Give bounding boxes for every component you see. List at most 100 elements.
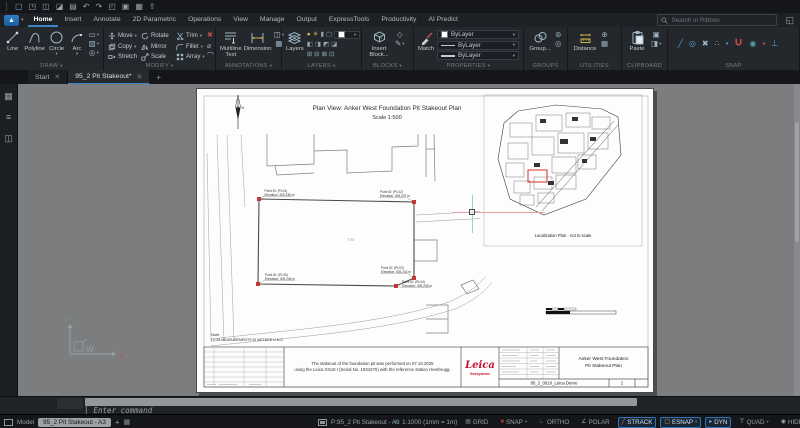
trim-button[interactable]: Trim▾: [176, 31, 204, 42]
new-drawing-icon[interactable]: ▢: [15, 3, 23, 11]
menu-tab-operations[interactable]: Operations: [182, 13, 227, 27]
close-tab-icon[interactable]: ✕: [54, 73, 60, 81]
copy-clip-icon[interactable]: ▣: [653, 31, 660, 38]
snap-sphere-icon[interactable]: ◉: [749, 40, 756, 48]
rotate-button[interactable]: Rotate: [141, 31, 173, 42]
layer-previous-icon[interactable]: ⊟: [314, 51, 319, 58]
drawing-canvas[interactable]: N Plan View: Anker West Foundation Pit S…: [18, 84, 800, 396]
snap-node-icon[interactable]: ∴: [715, 40, 720, 48]
layer-isolate-icon[interactable]: ◧: [307, 41, 313, 48]
close-tab-icon[interactable]: ✕: [137, 73, 143, 81]
menu-tab-productivity[interactable]: Productivity: [375, 13, 422, 27]
dimension-button[interactable]: Dimension: [245, 30, 271, 52]
layer-off-icon[interactable]: ◩: [323, 41, 329, 48]
color-dropdown[interactable]: ByLayer▾: [437, 30, 519, 39]
doc-tab-start[interactable]: Start ✕: [28, 70, 68, 84]
command-panel-grip[interactable]: [57, 398, 83, 409]
publish-icon[interactable]: ⇪: [149, 3, 156, 11]
toggle-hide-entities[interactable]: ◉HIDE ENTITIES: [777, 417, 800, 428]
copy-button[interactable]: Copy▾: [108, 42, 138, 53]
app-menu-caret-icon[interactable]: ▾: [21, 17, 24, 23]
snap-point-icon[interactable]: •: [726, 40, 729, 48]
menu-tab-view[interactable]: View: [227, 13, 254, 27]
settings-sliders-icon[interactable]: ≡: [6, 113, 11, 122]
toggle-polar[interactable]: ∠POLAR: [577, 417, 613, 428]
menu-tab-home[interactable]: Home: [28, 13, 59, 27]
app-logo[interactable]: ▲: [4, 15, 19, 26]
layer-lock-icon[interactable]: ▮: [320, 31, 324, 38]
mirror-button[interactable]: Mirror: [141, 42, 173, 53]
search-input[interactable]: [671, 17, 763, 24]
layers-panel-caret[interactable]: ▾: [333, 63, 336, 68]
group-edit-icon[interactable]: ◎: [555, 40, 562, 47]
ribbon-options-icon[interactable]: ◱: [785, 15, 794, 26]
menu-tab-insert[interactable]: Insert: [58, 13, 87, 27]
hatch-tool-icon[interactable]: ▨▾: [89, 40, 99, 47]
save-icon[interactable]: ◫: [42, 3, 50, 11]
menu-tab-annotate[interactable]: Annotate: [87, 13, 126, 27]
new-layout-button[interactable]: +: [115, 418, 120, 427]
rectangle-tool-icon[interactable]: ▭▾: [89, 31, 99, 38]
toggle-strack[interactable]: ╱STRACK: [618, 417, 657, 428]
layer-dropdown-caret[interactable]: ▾: [354, 32, 356, 38]
block-edit-icon[interactable]: ◇: [397, 31, 403, 38]
snap-perpendicular-icon[interactable]: ⊥: [771, 40, 778, 48]
toggle-snap[interactable]: ■SNAP▾: [496, 417, 531, 428]
line-button[interactable]: Line: [4, 30, 21, 52]
ribbon-search[interactable]: [657, 14, 777, 26]
ungroup-icon[interactable]: ⊚: [555, 31, 561, 38]
move-button[interactable]: Move▾: [108, 31, 138, 42]
snap-intersection-icon[interactable]: ✖: [702, 40, 709, 48]
redo-icon[interactable]: ↷: [96, 3, 103, 11]
menu-tab-manage[interactable]: Manage: [254, 13, 291, 27]
snap-magnet-icon[interactable]: [734, 38, 743, 49]
toggle-ortho[interactable]: ∟ORTHO: [535, 417, 573, 428]
toggle-esnap[interactable]: ▢ESNAP▾: [660, 417, 701, 428]
panels-icon[interactable]: ▦: [4, 92, 13, 101]
layer-match-icon[interactable]: ⊞: [307, 51, 312, 58]
blocks-panel-caret[interactable]: ▾: [399, 63, 402, 68]
color-dropdown-caret[interactable]: ▾: [513, 32, 515, 38]
menu-tab-output[interactable]: Output: [290, 13, 322, 27]
match-properties-button[interactable]: Match: [418, 30, 434, 52]
layers-panel-icon[interactable]: ◫: [4, 134, 13, 143]
block-attribute-icon[interactable]: ✎▾: [395, 40, 405, 47]
xref-icon[interactable]: ◰: [108, 3, 116, 11]
layer-on-icon[interactable]: ●: [307, 31, 311, 38]
ellipse-tool-icon[interactable]: ◎▾: [89, 49, 99, 56]
snap-center-icon[interactable]: ◎: [689, 40, 696, 48]
layer-freeze-icon[interactable]: ☀: [313, 31, 319, 38]
layers-button[interactable]: Layers: [286, 30, 304, 52]
cut-clip-icon[interactable]: ◨▾: [651, 40, 661, 47]
annotations-panel-caret[interactable]: ▾: [270, 63, 273, 68]
scale-button[interactable]: Scale: [141, 52, 173, 63]
arc-button[interactable]: Arc▾: [68, 30, 85, 55]
save-as-icon[interactable]: ◪: [56, 3, 64, 11]
layout-list-icon[interactable]: ▦: [124, 419, 131, 426]
current-space-label[interactable]: P:95_2 Pit Stakeout - A3: [331, 419, 400, 426]
esnap-caret[interactable]: ▾: [695, 419, 697, 425]
properties-panel-caret[interactable]: ▾: [488, 63, 491, 68]
command-history-bar[interactable]: [85, 398, 637, 406]
menu-tab-ai-predict[interactable]: AI Predict: [422, 13, 463, 27]
layer-thaw-icon[interactable]: ◪: [331, 41, 337, 48]
modify-panel-caret[interactable]: ▾: [171, 63, 174, 68]
multiline-text-button[interactable]: Multiline Text: [220, 30, 242, 58]
model-tab[interactable]: Model: [17, 419, 34, 426]
layout-paper-sheet[interactable]: N Plan View: Anker West Foundation Pit S…: [196, 88, 654, 393]
insert-block-button[interactable]: Insert Block...: [366, 30, 392, 58]
toggle-grid[interactable]: ▦GRID: [461, 417, 492, 428]
arc-flyout-caret[interactable]: ▾: [76, 52, 78, 55]
array-button[interactable]: Array▾: [176, 52, 204, 63]
group-button[interactable]: Group...: [528, 30, 552, 52]
scrollbar-thumb[interactable]: [795, 122, 799, 242]
menu-tab-expresstools[interactable]: ExpressTools: [323, 13, 375, 27]
layout-tab-active[interactable]: 95_2 Pit Stakeout - A3: [38, 418, 111, 427]
paste-button[interactable]: Paste: [626, 30, 648, 52]
copy-icon[interactable]: ▣: [122, 3, 130, 11]
open-drawing-icon[interactable]: ◳: [29, 3, 37, 11]
stretch-button[interactable]: Stretch: [108, 52, 138, 63]
new-tab-button[interactable]: +: [150, 70, 167, 84]
calculator-icon[interactable]: ▦: [601, 40, 608, 47]
lineweight-dropdown-caret[interactable]: ▾: [513, 53, 515, 59]
